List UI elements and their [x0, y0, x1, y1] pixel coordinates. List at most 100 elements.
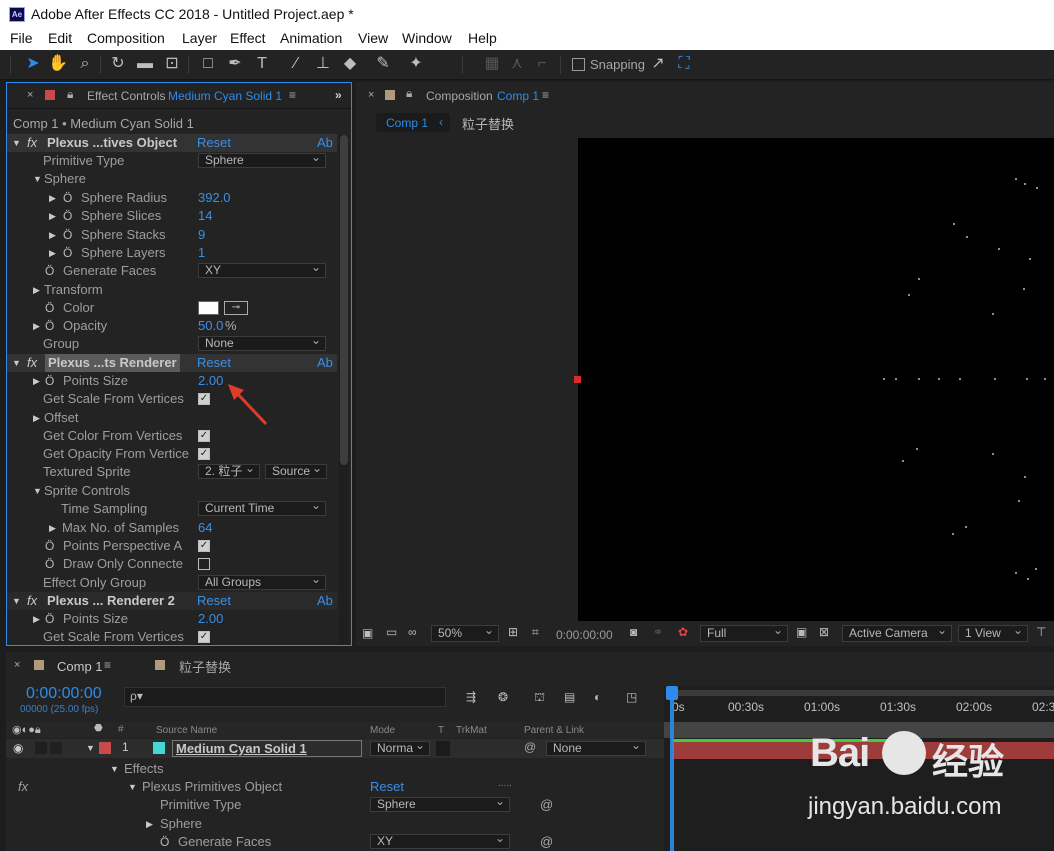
- effect-header-plexus-points-renderer[interactable]: ▼ fx Plexus ...ts Renderer Reset Ab: [7, 354, 337, 372]
- views-dropdown[interactable]: 1 View: [958, 623, 1028, 642]
- lock-icon[interactable]: 🔒︎: [67, 87, 73, 102]
- get-opacity-checkbox[interactable]: ✓: [198, 448, 210, 460]
- layer-search-input[interactable]: ρ▾: [124, 687, 446, 707]
- scrollbar-thumb[interactable]: [340, 135, 348, 465]
- monitor-icon[interactable]: ▭: [386, 625, 397, 639]
- axis-view-icon[interactable]: ⌐: [532, 55, 552, 73]
- channel-icon[interactable]: ✿: [678, 625, 688, 639]
- primitive-type-dropdown[interactable]: Sphere: [198, 151, 326, 168]
- toggle-pixel-icon[interactable]: ⊤: [1036, 625, 1046, 639]
- hand-tool-icon[interactable]: ✋: [48, 55, 68, 73]
- menu-help[interactable]: Help: [468, 30, 497, 46]
- parent-dropdown[interactable]: None: [546, 739, 646, 756]
- tl-plexus-primitives[interactable]: fx ▼ Plexus Primitives Object Reset ....…: [12, 778, 664, 796]
- color-swatch[interactable]: [198, 301, 219, 315]
- comp-breadcrumb[interactable]: Comp 1 ‹: [376, 113, 450, 132]
- eyedropper-icon[interactable]: ⊸: [224, 301, 248, 315]
- timeline-tab-comp1[interactable]: Comp 1: [57, 659, 103, 674]
- type-tool-icon[interactable]: T: [252, 55, 272, 73]
- draw-only-checkbox[interactable]: [198, 558, 210, 570]
- work-area-bar[interactable]: [672, 690, 1054, 696]
- stopwatch-icon[interactable]: Ö: [45, 317, 54, 335]
- fx-icon[interactable]: fx: [27, 354, 37, 372]
- tl-effects-group[interactable]: ▼ Effects: [12, 760, 664, 778]
- breadcrumb-next-comp[interactable]: 粒子替换: [462, 114, 514, 133]
- time-sampling-dropdown[interactable]: Current Time: [198, 499, 326, 516]
- transparency-icon[interactable]: ⌗: [532, 625, 539, 640]
- comp-flowchart-icon[interactable]: ⇶: [466, 690, 476, 704]
- sphere-stacks-value[interactable]: 9: [198, 226, 205, 244]
- zoom-tool-icon[interactable]: ⌕: [75, 55, 95, 73]
- rectangle-tool-icon[interactable]: □: [198, 55, 218, 73]
- stopwatch-icon[interactable]: Ö: [45, 537, 54, 555]
- prop-group-transform[interactable]: ▶ Transform: [7, 281, 337, 299]
- composition-tab-comp[interactable]: Comp 1: [497, 89, 539, 103]
- close-tab-icon[interactable]: ×: [27, 89, 33, 101]
- show-snapshot-icon[interactable]: ⚭: [653, 625, 663, 639]
- stopwatch-icon[interactable]: Ö: [63, 226, 72, 244]
- layer-row[interactable]: ◉ ▼ 1 Medium Cyan Solid 1 Norma @ None: [6, 739, 664, 758]
- snap-features-icon[interactable]: ⛶: [674, 55, 694, 73]
- max-samples-value[interactable]: 64: [198, 519, 212, 537]
- rotate-tool-icon[interactable]: ↻: [108, 55, 128, 73]
- clone-stamp-tool-icon[interactable]: ⊥: [313, 55, 333, 73]
- layer-label-color[interactable]: [99, 742, 111, 754]
- get-color-checkbox[interactable]: ✓: [198, 430, 210, 442]
- stopwatch-icon[interactable]: Ö: [45, 610, 54, 628]
- col-parent[interactable]: Parent & Link: [524, 725, 584, 736]
- lock-icon[interactable]: 🔒︎: [406, 86, 412, 101]
- roto-brush-tool-icon[interactable]: ✎: [373, 55, 393, 73]
- composition-viewer[interactable]: [578, 138, 1054, 621]
- get-scale-checkbox[interactable]: ✓: [198, 393, 210, 405]
- current-time[interactable]: 0:00:00:00: [26, 685, 102, 703]
- effect-controls-tab-layer[interactable]: Medium Cyan Solid 1: [168, 89, 282, 103]
- tl-primitive-type-dropdown[interactable]: Sphere: [370, 795, 510, 812]
- about-link[interactable]: Ab: [317, 354, 333, 372]
- effect-header-plexus-points-renderer-2[interactable]: ▼ fx Plexus ... Renderer 2 Reset Ab: [7, 592, 337, 610]
- menu-effect[interactable]: Effect: [230, 30, 266, 46]
- pickwhip-icon[interactable]: @: [540, 796, 553, 814]
- draft-3d-icon[interactable]: ❂: [498, 690, 508, 704]
- menu-file[interactable]: File: [10, 30, 33, 46]
- col-trkmat[interactable]: TrkMat: [456, 725, 487, 736]
- source-dropdown[interactable]: Source: [265, 462, 327, 479]
- get-scale-2-checkbox[interactable]: ✓: [198, 631, 210, 643]
- axis-local-icon[interactable]: ▦: [482, 55, 502, 73]
- solo-switch[interactable]: [50, 742, 62, 754]
- menu-edit[interactable]: Edit: [48, 30, 72, 46]
- preserve-transparency[interactable]: [436, 741, 450, 756]
- layer-name[interactable]: Medium Cyan Solid 1: [172, 740, 362, 757]
- audio-switch[interactable]: [35, 742, 47, 754]
- playhead[interactable]: [670, 686, 674, 851]
- sphere-slices-value[interactable]: 14: [198, 207, 212, 225]
- fx-icon[interactable]: fx: [18, 778, 28, 796]
- menu-window[interactable]: Window: [402, 30, 452, 46]
- graph-editor-icon[interactable]: ◳: [626, 690, 637, 704]
- region-icon[interactable]: ⊞: [508, 625, 518, 639]
- points-size-value[interactable]: 2.00: [198, 372, 223, 390]
- group-dropdown[interactable]: None: [198, 334, 326, 351]
- roi-icon[interactable]: ▣: [796, 625, 807, 639]
- effect-header-plexus-primitives[interactable]: ▼ fx Plexus ...tives Object Reset Ab: [7, 134, 337, 152]
- camera-dropdown[interactable]: Active Camera: [842, 623, 952, 642]
- stopwatch-icon[interactable]: Ö: [45, 299, 54, 317]
- zoom-dropdown[interactable]: 50%: [431, 623, 499, 642]
- tl-generate-faces-dropdown[interactable]: XY: [370, 832, 510, 849]
- mask-icon[interactable]: ∞: [408, 625, 417, 639]
- points-size-2-value[interactable]: 2.00: [198, 610, 223, 628]
- snap-edges-icon[interactable]: ↗: [648, 55, 668, 73]
- prop-group-sphere[interactable]: ▼ Sphere: [7, 170, 337, 188]
- close-tab-icon[interactable]: ×: [14, 659, 20, 671]
- frame-blending-icon[interactable]: ▤: [564, 690, 575, 704]
- reset-link[interactable]: Reset: [197, 134, 231, 152]
- shy-layers-icon[interactable]: ⛫: [534, 690, 545, 706]
- snapping-checkbox[interactable]: [572, 58, 585, 71]
- stopwatch-icon[interactable]: Ö: [63, 207, 72, 225]
- breadcrumb-comp[interactable]: Comp 1: [386, 116, 428, 130]
- viewer-timecode[interactable]: 0:00:00:00: [556, 628, 613, 642]
- menu-layer[interactable]: Layer: [182, 30, 217, 46]
- pan-behind-tool-icon[interactable]: ⊡: [162, 55, 182, 73]
- stopwatch-icon[interactable]: Ö: [45, 372, 54, 390]
- always-preview-icon[interactable]: ▣: [362, 626, 373, 640]
- menu-animation[interactable]: Animation: [280, 30, 342, 46]
